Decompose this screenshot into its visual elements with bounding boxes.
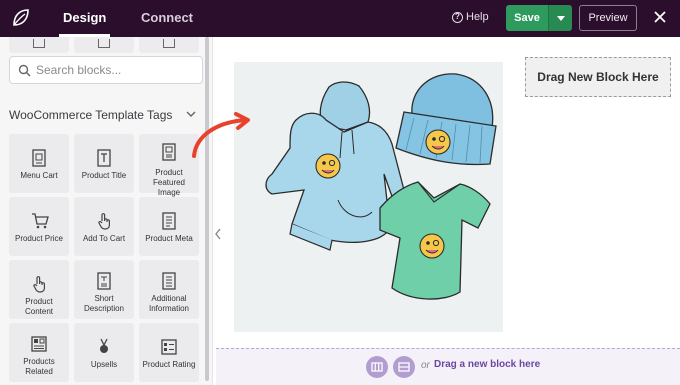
rating-list-icon <box>161 339 177 355</box>
tab-design[interactable]: Design <box>58 0 111 37</box>
related-grid-icon <box>31 336 47 352</box>
columns-icon <box>371 362 383 372</box>
block-add-to-cart[interactable]: Add To Cart <box>74 197 134 256</box>
section-title: WooCommerce Template Tags <box>9 108 173 122</box>
drag-new-block-zone[interactable]: Drag New Block Here <box>525 57 671 97</box>
block-label: Product Content <box>24 297 54 316</box>
tab-connect[interactable]: Connect <box>141 0 193 37</box>
top-bar: Design Connect ? Help Save Preview <box>0 0 680 37</box>
cart-price-icon <box>32 213 49 229</box>
block-product-rating[interactable]: Product Rating <box>139 323 199 382</box>
block-menu-cart[interactable]: Menu Cart <box>9 134 69 193</box>
section-woocommerce[interactable]: WooCommerce Template Tags <box>9 108 199 122</box>
block-additional-information[interactable]: Additional Information <box>139 260 199 319</box>
text-doc-icon <box>97 272 111 290</box>
product-title-icon <box>97 149 111 167</box>
block-label: Upsells <box>90 360 118 369</box>
save-options-dropdown[interactable] <box>548 5 572 31</box>
red-arrow-annotation <box>192 112 250 158</box>
block-label: Product Title <box>81 171 127 180</box>
product-image-icon <box>162 143 176 161</box>
layout-icon <box>398 362 410 372</box>
add-template-button[interactable] <box>393 356 415 378</box>
block-tile-partial[interactable] <box>74 37 134 53</box>
block-upsells[interactable]: Upsells <box>74 323 134 382</box>
block-short-description[interactable]: Short Description <box>74 260 134 319</box>
info-doc-icon <box>162 272 176 290</box>
drag-block-link[interactable]: Drag a new block here <box>434 359 540 370</box>
block-tile-partial[interactable] <box>9 37 69 53</box>
block-label: Products Related <box>23 357 55 376</box>
search-icon <box>18 64 31 77</box>
block-label: Product Rating <box>142 360 196 369</box>
block-product-meta[interactable]: Product Meta <box>139 197 199 256</box>
block-product-title[interactable]: Product Title <box>74 134 134 193</box>
block-label: Short Description <box>83 294 124 313</box>
block-label: Product Price <box>14 234 64 243</box>
product-meta-icon <box>162 212 176 230</box>
block-tile-partial[interactable] <box>139 37 199 53</box>
beanie-illustration <box>395 73 497 166</box>
search-box <box>9 56 203 84</box>
help-icon: ? <box>452 11 463 23</box>
clothing-illustration <box>265 73 497 300</box>
block-label: Product Featured Image <box>152 168 186 197</box>
medal-icon <box>100 338 108 353</box>
block-product-price[interactable]: Product Price <box>9 197 69 256</box>
pointer-hand-icon <box>98 213 110 230</box>
tshirt-illustration <box>379 181 491 300</box>
drop-or-text: or <box>421 360 430 371</box>
menu-cart-icon <box>32 149 46 167</box>
search-input[interactable] <box>36 61 196 79</box>
help-label: Help <box>466 11 489 23</box>
pointer-hand-icon <box>33 276 45 293</box>
blocks-sidebar: WooCommerce Template Tags Menu Cart Prod… <box>0 37 213 385</box>
preview-button[interactable]: Preview <box>579 5 637 31</box>
block-label: Add To Cart <box>82 234 126 243</box>
block-products-related[interactable]: Products Related <box>9 323 69 382</box>
block-label: Product Meta <box>145 234 193 243</box>
product-featured-image[interactable] <box>234 62 503 332</box>
sidebar-scrollbar[interactable] <box>205 37 209 381</box>
collapse-sidebar-icon[interactable] <box>212 222 224 246</box>
add-columns-button[interactable] <box>366 356 388 378</box>
seedprod-logo-icon[interactable] <box>10 7 32 29</box>
close-icon[interactable] <box>652 9 668 25</box>
save-button[interactable]: Save <box>506 5 548 31</box>
block-label: Menu Cart <box>20 171 58 180</box>
block-product-content[interactable]: Product Content <box>9 260 69 319</box>
help-link[interactable]: ? Help <box>452 11 489 23</box>
block-label: Additional Information <box>148 294 190 313</box>
